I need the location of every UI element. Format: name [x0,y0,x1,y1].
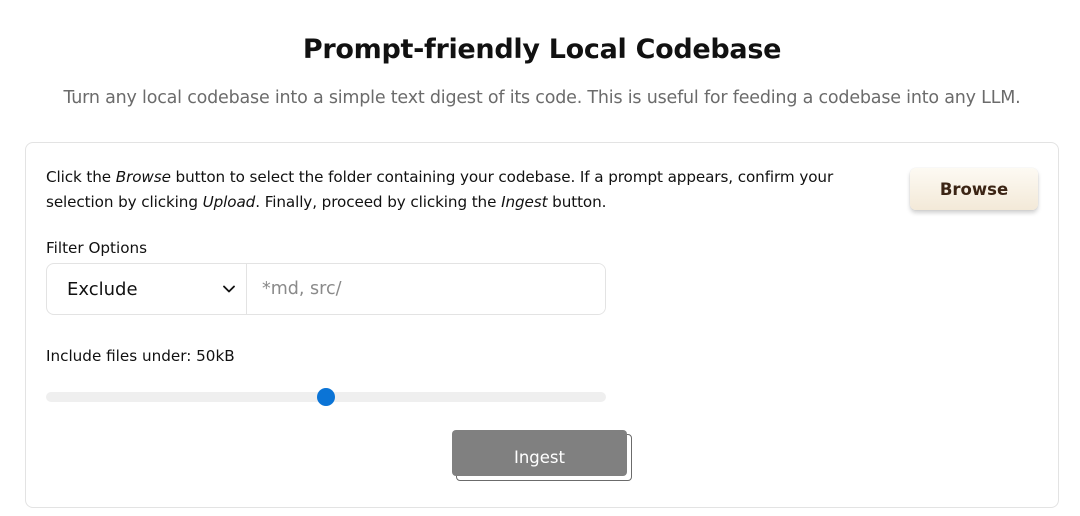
instructions-segment: Click the [46,168,116,186]
file-size-label: Include files under: 50kB [46,347,235,365]
instructions-text: Click the Browse button to select the fo… [46,165,876,215]
instructions-segment: button. [547,193,607,211]
instructions-emphasis: Upload [202,193,256,211]
file-size-slider-thumb[interactable] [317,388,335,406]
browse-button[interactable]: Browse [910,168,1038,210]
instructions-emphasis: Browse [115,168,171,186]
filter-pattern-input[interactable] [247,264,605,314]
filter-options-label: Filter Options [46,239,148,257]
instructions-segment: . Finally, proceed by clicking the [255,193,502,211]
page-subtitle: Turn any local codebase into a simple te… [63,88,1021,108]
page-title: Prompt-friendly Local Codebase [302,34,782,65]
filter-options-group: Exclude [46,263,606,315]
instructions-emphasis: Ingest [501,193,548,211]
ingest-form-card: Click the Browse button to select the fo… [25,142,1059,508]
chevron-down-icon [222,282,236,296]
ingest-button[interactable]: Ingest [452,430,627,476]
filter-mode-select[interactable]: Exclude [47,264,247,314]
filter-mode-value: Exclude [67,278,138,300]
file-size-slider[interactable] [46,388,606,406]
page: Prompt-friendly Local Codebase Turn any … [0,0,1080,516]
